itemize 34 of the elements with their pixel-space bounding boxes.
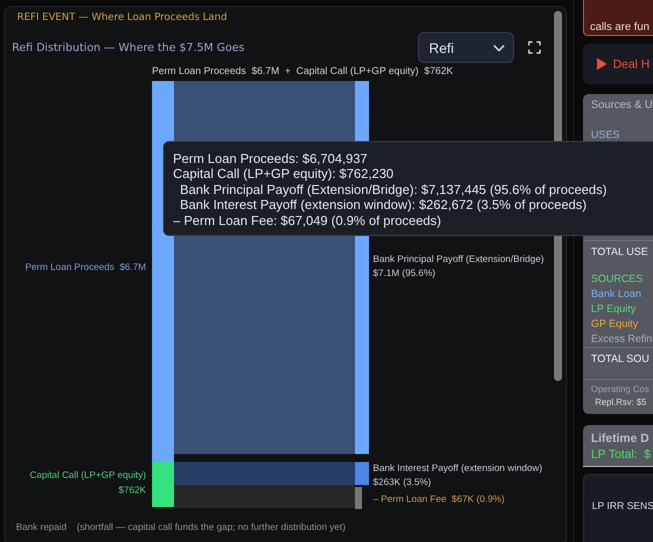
tooltip-line: Perm Loan Proceeds: $6,704,937	[173, 151, 368, 166]
node-label: Bank Interest Payoff (extension window) $263K (3.5%)	[373, 462, 542, 490]
section-heading: USES	[591, 128, 621, 143]
chevron-down-icon	[493, 44, 505, 52]
chart-title: Refi Distribution — Where the $7.5M Goes	[12, 41, 246, 54]
view-select[interactable]: Refi	[418, 32, 514, 63]
node-label: – Perm Loan Fee $67K (0.9%)	[373, 493, 504, 507]
node-label: Bank Principal Payoff (Extension/Bridge) $7.1M (95.6%)	[373, 253, 544, 281]
tooltip-line: Bank Interest Payoff (extension window): $262,672 (3.5% of proceeds)	[179, 197, 588, 213]
tooltip-line: Bank Principal Payoff (Extension/Bridge): $7,137,445 (95.6% of proceeds)	[179, 182, 608, 198]
node-label: Perm Loan Proceeds $6.7M	[25, 261, 146, 275]
lp-total: LP Total: $	[591, 447, 652, 461]
tooltip-line: – Perm Loan Fee: $67,049 (0.9% of proceeds)	[173, 212, 442, 228]
node-label: Capital Call (LP+GP equity) $762K	[30, 469, 146, 498]
source-row-text: GP Equity	[591, 317, 640, 332]
footnote: Repl.Rsv: $5	[594, 396, 648, 409]
total-row: TOTAL SOU	[583, 347, 653, 367]
panel-caption: REFI EVENT — Where Loan Proceeds Land	[16, 11, 228, 23]
card-title: Sources & U	[591, 99, 653, 111]
section-heading: SOURCES	[591, 272, 644, 287]
status-note: (shortfall — capital call funds the gap; no further distribution yet)	[76, 522, 346, 533]
card-title: Lifetime D	[591, 431, 650, 445]
play-icon	[597, 58, 607, 70]
status-text: Bank repaid	[16, 522, 67, 533]
source-row-text: Bank Loan	[591, 287, 642, 302]
source-row: Excess Refin	[591, 332, 653, 347]
total-row: TOTAL USE	[583, 240, 653, 260]
flow-header: Perm Loan Proceeds $6.7M + Capital Call (LP+GP equity) $762K	[152, 66, 454, 77]
fullscreen-icon[interactable]	[528, 41, 541, 54]
source-row-text: LP Equity	[591, 302, 637, 317]
footnote: Operating Cos	[583, 379, 653, 396]
alert-text: calls are fun	[590, 21, 650, 33]
deal-button[interactable]: Deal H	[583, 57, 650, 71]
tooltip-line: Capital Call (LP+GP equity): $762,230	[173, 166, 395, 182]
